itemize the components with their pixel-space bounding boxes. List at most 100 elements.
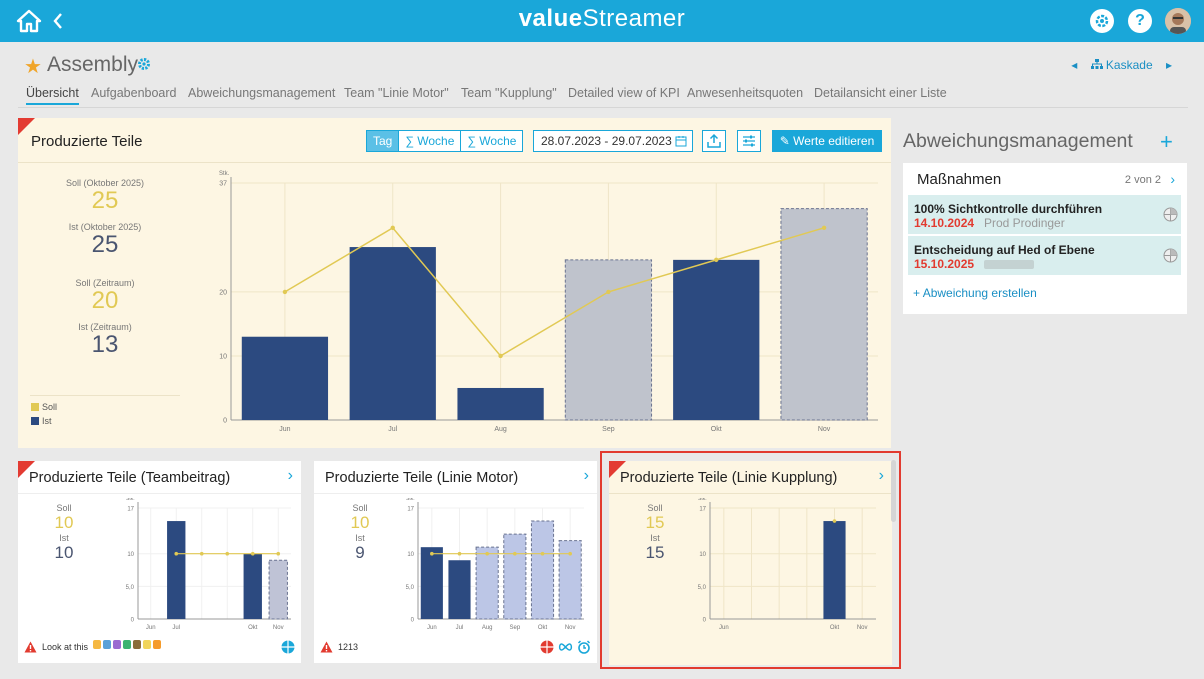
bar-forecast [503, 533, 527, 620]
y-tick-label: 10 [407, 552, 414, 558]
tab-anwesenheitsquoten[interactable]: Anwesenheitsquoten [687, 86, 803, 100]
kaskade-label: Kaskade [1105, 58, 1153, 72]
warning-icon [320, 641, 333, 653]
soll-point [250, 551, 255, 556]
y-tick-label: 10 [219, 353, 227, 360]
infinity-icon[interactable] [558, 641, 573, 653]
tab-detailed-view-kpi[interactable]: Detailed view of KPI [568, 86, 680, 100]
page-settings-icon[interactable] [137, 57, 151, 71]
top-bar: valueStreamer ? [0, 0, 1204, 42]
help-icon[interactable]: ? [1128, 9, 1152, 33]
create-deviation-label: Abweichung erstellen [922, 286, 1037, 300]
y-tick-label: 17 [127, 507, 134, 513]
tab-team-kupplung[interactable]: Team "Kupplung" [461, 86, 557, 100]
x-tick-label: Nov [818, 426, 831, 433]
add-icon[interactable]: + [1160, 129, 1173, 155]
toggle-tag[interactable]: Tag [367, 131, 399, 151]
star-icon[interactable]: ★ [24, 54, 42, 79]
edit-values-button[interactable]: ✎ Werte editieren [772, 130, 882, 152]
footer-comment: 1213 [338, 642, 359, 652]
legend-label: Soll [42, 402, 58, 412]
card-divider [314, 493, 597, 494]
kaskade-nav[interactable]: ◂ Kaskade ▸ [1061, 58, 1182, 72]
legend-divider [30, 395, 180, 396]
measure-item[interactable]: 100% Sichtkontrolle durchführen 14.10.20… [908, 195, 1181, 234]
chevron-right-icon[interactable]: › [584, 467, 589, 485]
toggle-sum-week-1[interactable]: ∑ Woche [398, 131, 460, 151]
main-chart: 0 10 20 37 Stk. Jun Jul Aug Sep Okt Nov [219, 171, 878, 433]
bar-actual [673, 259, 760, 420]
alarm-icon[interactable] [577, 640, 591, 654]
avatar[interactable] [1165, 8, 1191, 34]
soll-point [606, 289, 611, 295]
next-arrow-icon[interactable]: ▸ [1166, 58, 1172, 72]
prev-arrow-icon[interactable]: ◂ [1071, 58, 1077, 72]
chevron-right-icon[interactable]: › [288, 467, 293, 485]
bar-forecast [780, 208, 868, 421]
kpi-card-linie-motor[interactable]: Produzierte Teile (Linie Motor) › Soll 1… [314, 461, 597, 663]
soll-point [485, 551, 489, 556]
target-icon[interactable] [540, 640, 554, 654]
kpi-card-produzierte-teile: Produzierte Teile Tag ∑ Woche ∑ Woche 28… [18, 118, 891, 448]
measure-title: 100% Sichtkontrolle durchführen [914, 202, 1103, 216]
deviation-panel-title: Abweichungsmanagement [903, 130, 1133, 152]
settings-icon[interactable] [1090, 9, 1114, 33]
y-tick-label: 10 [127, 552, 134, 558]
soll-value: 10 [54, 513, 74, 532]
emoji-icon [143, 640, 151, 649]
x-tick-label: Nov [273, 625, 284, 631]
create-deviation-link[interactable]: + Abweichung erstellen [913, 286, 1037, 300]
x-tick-label: Aug [482, 625, 493, 631]
chevron-right-icon[interactable]: › [1170, 171, 1175, 187]
filter-button[interactable] [737, 130, 761, 152]
card-title: Produzierte Teile (Teambeitrag) [29, 470, 231, 486]
export-button[interactable] [702, 130, 726, 152]
emoji-row [93, 640, 161, 649]
x-tick-label: Nov [565, 625, 576, 631]
period-toggle: Tag ∑ Woche ∑ Woche [366, 130, 524, 152]
x-tick-label: Jul [456, 625, 464, 631]
owner-redacted [984, 260, 1034, 269]
measures-card: Maßnahmen 2 von 2 › 100% Sichtkontrolle … [903, 163, 1187, 314]
x-tick-label: Jun [146, 625, 156, 631]
card-footer: Look at this [18, 637, 301, 661]
ist-value: 9 [355, 543, 365, 562]
soll-point [282, 289, 288, 295]
kpi-card-teambeitrag[interactable]: Produzierte Teile (Teambeitrag) › Soll 1… [18, 461, 301, 663]
card-summary: Soll 10 Ist 10 [38, 503, 90, 563]
soll-point [457, 551, 462, 556]
calendar-icon [675, 136, 687, 147]
tab-detailansicht-liste[interactable]: Detailansicht einer Liste [814, 86, 947, 100]
x-tick-label: Okt [538, 625, 548, 631]
y-tick-label: 5,0 [406, 585, 415, 591]
measure-item[interactable]: Entscheidung auf Hed of Ebene 15.10.2025 [908, 236, 1181, 275]
x-tick-label: Jun [279, 426, 290, 433]
tab-divider [18, 107, 1188, 108]
globe-icon[interactable] [281, 640, 295, 654]
bar-forecast [268, 559, 288, 620]
tab-abweichungsmanagement[interactable]: Abweichungsmanagement [188, 86, 335, 100]
bar-actual [448, 560, 471, 619]
toggle-sum-week-2[interactable]: ∑ Woche [460, 131, 522, 151]
y-tick-label: 0 [131, 618, 135, 624]
footer-comment: Look at this [42, 642, 89, 652]
tab-uebersicht[interactable]: Übersicht [26, 86, 79, 105]
y-tick-label: 0 [411, 618, 415, 624]
y-tick-label: 0 [223, 418, 227, 425]
y-axis-label: Stk. [219, 171, 230, 177]
legend-label: Ist [42, 416, 52, 426]
scrollbar[interactable] [891, 460, 896, 522]
tab-aufgabenboard[interactable]: Aufgabenboard [91, 86, 177, 100]
bar-actual [243, 553, 262, 619]
date-range-input[interactable]: 28.07.2023 - 29.07.2023 [533, 130, 693, 152]
plus-icon: + [913, 286, 923, 300]
tab-team-linie-motor[interactable]: Team "Linie Motor" [344, 86, 449, 100]
bar-forecast [530, 520, 555, 620]
soll-point [498, 353, 503, 359]
sliders-icon [743, 135, 755, 147]
x-tick-label: Okt [248, 625, 258, 631]
legend-item-ist: Ist [31, 416, 57, 426]
mini-chart: 0 5,0 10 17 Stk. Jun Jul Okt Nov [126, 498, 291, 631]
x-tick-label: Sep [602, 426, 615, 433]
selection-highlight [600, 451, 901, 669]
